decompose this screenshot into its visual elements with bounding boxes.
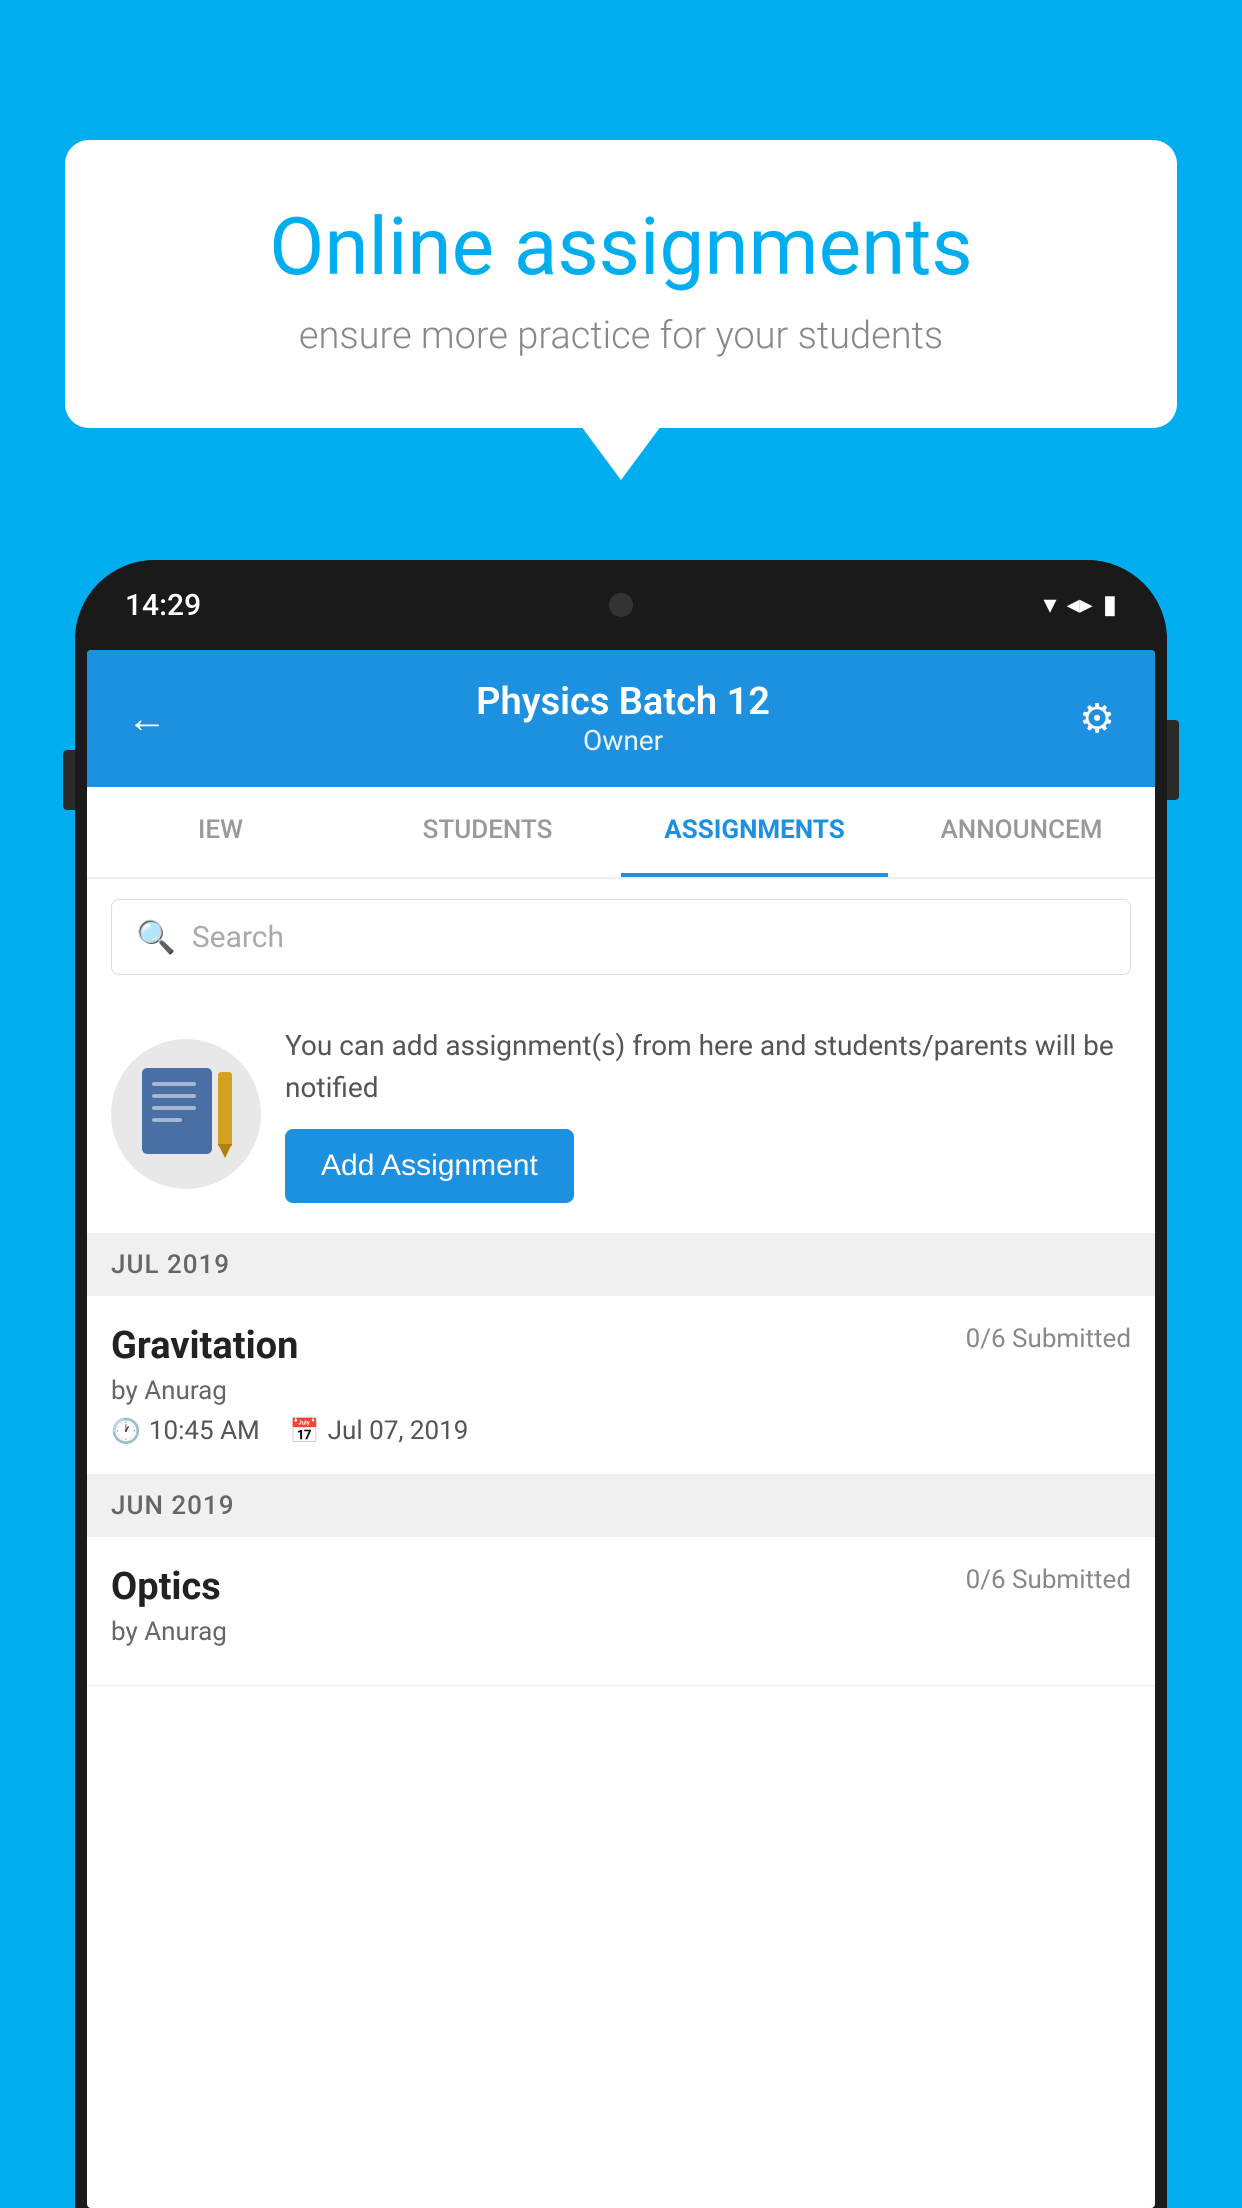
assignment-meta: 🕐 10:45 AM 📅 Jul 07, 2019 — [111, 1416, 1131, 1446]
assignment-by: by Anurag — [111, 1376, 1131, 1406]
assignment-by-optics: by Anurag — [111, 1617, 1131, 1647]
add-assignment-button[interactable]: Add Assignment — [285, 1129, 574, 1203]
assignment-name: Gravitation — [111, 1324, 298, 1368]
speech-bubble-title: Online assignments — [135, 200, 1107, 294]
status-time: 14:29 — [125, 588, 201, 623]
tab-announcements[interactable]: ANNOUNCEM — [888, 787, 1155, 877]
assignment-item-gravitation[interactable]: Gravitation 0/6 Submitted by Anurag 🕐 10… — [87, 1296, 1155, 1475]
tab-assignments[interactable]: ASSIGNMENTS — [621, 787, 888, 877]
wifi-icon: ▾ — [1044, 590, 1057, 620]
volume-button — [63, 750, 75, 810]
assignment-date: Jul 07, 2019 — [328, 1416, 469, 1446]
speech-bubble-container: Online assignments ensure more practice … — [65, 140, 1177, 428]
battery-icon: ▮ — [1103, 590, 1117, 620]
camera — [609, 593, 633, 617]
header-title-group: Physics Batch 12 Owner — [476, 680, 770, 757]
meta-time: 🕐 10:45 AM — [111, 1416, 260, 1446]
status-icons: ▾ ◂▸ ▮ — [1044, 590, 1117, 620]
assignment-name-optics: Optics — [111, 1565, 221, 1609]
clock-icon: 🕐 — [111, 1417, 141, 1445]
phone-frame: 14:29 ▾ ◂▸ ▮ ← Physics Batch 12 Owner ⚙ … — [75, 560, 1167, 2208]
promo-text: You can add assignment(s) from here and … — [285, 1025, 1131, 1109]
tab-students[interactable]: STUDENTS — [354, 787, 621, 877]
batch-role: Owner — [476, 724, 770, 757]
speech-bubble: Online assignments ensure more practice … — [65, 140, 1177, 428]
meta-date: 📅 Jul 07, 2019 — [290, 1416, 469, 1446]
section-header-jun: JUN 2019 — [87, 1475, 1155, 1537]
section-header-jul: JUL 2019 — [87, 1234, 1155, 1296]
app-screen: ← Physics Batch 12 Owner ⚙ IEW STUDENTS … — [87, 650, 1155, 2208]
assignment-submitted: 0/6 Submitted — [966, 1324, 1131, 1354]
assignment-time: 10:45 AM — [149, 1416, 260, 1446]
assignment-item-optics[interactable]: Optics 0/6 Submitted by Anurag — [87, 1537, 1155, 1686]
settings-button[interactable]: ⚙ — [1079, 695, 1115, 742]
speech-bubble-subtitle: ensure more practice for your students — [135, 314, 1107, 358]
back-button[interactable]: ← — [127, 695, 167, 742]
tab-iew[interactable]: IEW — [87, 787, 354, 877]
search-icon: 🔍 — [136, 918, 176, 956]
app-header: ← Physics Batch 12 Owner ⚙ — [87, 650, 1155, 787]
batch-title: Physics Batch 12 — [476, 680, 770, 724]
assignment-submitted-optics: 0/6 Submitted — [966, 1565, 1131, 1595]
assignment-top: Gravitation 0/6 Submitted — [111, 1324, 1131, 1368]
promo-box: You can add assignment(s) from here and … — [87, 995, 1155, 1234]
calendar-icon: 📅 — [290, 1417, 320, 1445]
search-container: 🔍 Search — [87, 879, 1155, 995]
assignment-top-optics: Optics 0/6 Submitted — [111, 1565, 1131, 1609]
search-input[interactable]: Search — [192, 920, 284, 955]
tabs-bar: IEW STUDENTS ASSIGNMENTS ANNOUNCEM — [87, 787, 1155, 879]
notch — [581, 565, 661, 645]
promo-content: You can add assignment(s) from here and … — [285, 1025, 1131, 1203]
search-bar[interactable]: 🔍 Search — [111, 899, 1131, 975]
power-button — [1167, 720, 1179, 800]
signal-icon: ◂▸ — [1067, 590, 1093, 620]
promo-icon-circle — [111, 1039, 261, 1189]
status-bar: 14:29 ▾ ◂▸ ▮ — [75, 560, 1167, 650]
